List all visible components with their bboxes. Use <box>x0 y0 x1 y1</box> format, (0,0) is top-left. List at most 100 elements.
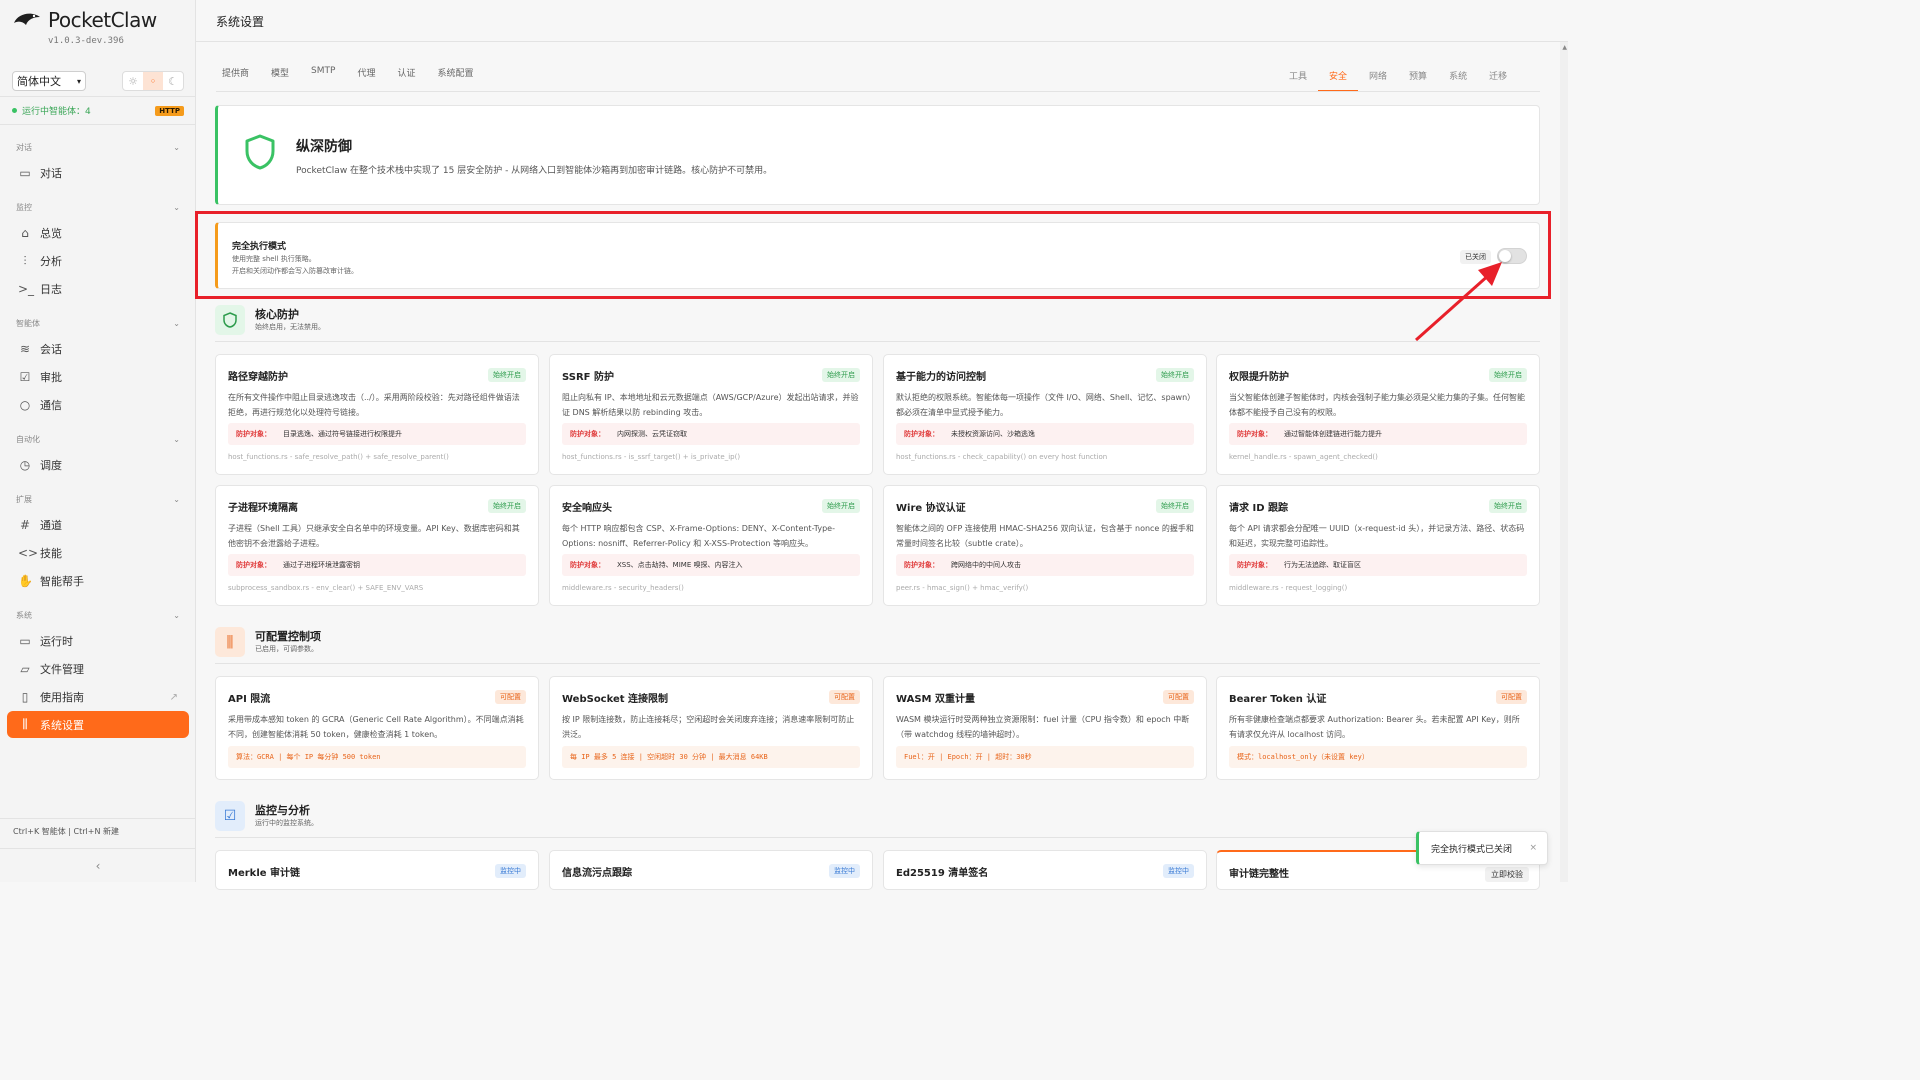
full-exec-title: 完全执行模式 <box>232 242 287 252</box>
nav-group-automation[interactable]: 自动化 ⌄ <box>0 427 196 451</box>
monitor-icon: ▭ <box>19 634 31 648</box>
config-card: WASM 双重计量 可配置 WASM 模块运行时受两种独立资源限制：fuel 计量（… <box>883 676 1207 780</box>
sidebar-item-runtime[interactable]: ▭ 运行时 <box>0 627 196 655</box>
verify-now-button[interactable]: 立即校验 <box>1485 867 1529 882</box>
clipboard-check-icon: ☑ <box>215 801 245 831</box>
section-title: 核心防护 <box>255 308 299 321</box>
full-exec-audit-note: 开启和关闭动作都会写入防篡改审计链。 <box>232 267 358 275</box>
sidebar-item-sessions[interactable]: ≋ 会话 <box>0 335 196 363</box>
scrollbar[interactable] <box>1560 42 1568 882</box>
card-title: Merkle 审计链 <box>228 868 301 879</box>
threat-text: XSS、点击劫持、MIME 嗅探、内容注入 <box>617 561 743 569</box>
threat-box: 防护对象： 行为无法追踪、取证盲区 <box>1229 554 1527 576</box>
tab-models[interactable]: 模型 <box>271 66 289 79</box>
nav-group-chat[interactable]: 对话 ⌄ <box>0 135 196 159</box>
sidebar-item-files[interactable]: ▱ 文件管理 <box>0 655 196 683</box>
tab-tools[interactable]: 工具 <box>1278 56 1318 92</box>
sidebar-item-skills[interactable]: <> 技能 <box>0 539 196 567</box>
tab-budget[interactable]: 预算 <box>1398 56 1438 92</box>
section-subtitle: 已启用，可调参数。 <box>255 645 318 653</box>
source-ref: host_functions.rs - is_ssrf_target() + i… <box>562 453 741 461</box>
divider <box>215 837 1540 838</box>
nav-group-agents[interactable]: 智能体 ⌄ <box>0 311 196 335</box>
full-exec-toggle[interactable] <box>1497 248 1527 264</box>
card-desc: 所有非健康检查端点都要求 Authorization: Bearer 头。若未配… <box>1229 715 1520 739</box>
card-title: 安全响应头 <box>562 503 612 514</box>
config-value: 每 IP 最多 5 连接 | 空闲超时 30 分钟 | 最大消息 64KB <box>562 746 860 768</box>
config-value: 算法：GCRA | 每个 IP 每分钟 500 token <box>228 746 526 768</box>
moon-icon[interactable]: ☾ <box>163 72 183 90</box>
config-card: WebSocket 连接限制 可配置按 IP 限制连接数，防止连接耗尽；空闲超时会… <box>549 676 873 780</box>
monitor-card: Merkle 审计链 监控中 <box>215 850 539 890</box>
tab-auth[interactable]: 认证 <box>397 66 415 79</box>
toast-notification: 完全执行模式已关闭 × <box>1416 831 1548 865</box>
sun-icon[interactable]: ☼ <box>123 72 143 90</box>
nav-group-system[interactable]: 系统 ⌄ <box>0 603 196 627</box>
sidebar-item-assistant[interactable]: ✋ 智能帮手 <box>0 567 196 595</box>
sidebar-item-logs[interactable]: >_ 日志 <box>0 275 196 303</box>
full-exec-desc: 使用完整 shell 执行策略。 <box>232 255 316 263</box>
monitoring-badge: 监控中 <box>495 864 526 878</box>
card-desc: 阻止向私有 IP、本地地址和云元数据端点（AWS/GCP/Azure）发起出站请… <box>562 393 859 417</box>
sidebar-item-channels[interactable]: # 通道 <box>0 511 196 539</box>
sidebar-item-chat[interactable]: ▭ 对话 <box>0 159 196 187</box>
threat-label: 防护对象： <box>1237 561 1272 569</box>
scroll-up-icon[interactable]: ▲ <box>1562 44 1567 51</box>
tab-system-config[interactable]: 系统配置 <box>437 66 473 79</box>
threat-label: 防护对象： <box>236 561 271 569</box>
security-card: 子进程环境隔离 始终开启 子进程（Shell 工具）只继承安全白名单中的环境变量。A… <box>215 485 539 606</box>
threat-box: 防护对象： 通过智能体创建链进行能力提升 <box>1229 423 1527 445</box>
logo[interactable]: PocketClaw <box>12 8 157 32</box>
tab-system[interactable]: 系统 <box>1438 56 1478 92</box>
threat-text: 通过子进程环境泄露密钥 <box>283 561 360 569</box>
auto-theme-icon[interactable]: ◦ <box>143 72 163 90</box>
defense-in-depth-banner: 纵深防御 PocketClaw 在整个技术栈中实现了 15 层安全防护 - 从网… <box>215 105 1540 205</box>
tab-smtp[interactable]: SMTP <box>311 66 335 79</box>
section-subtitle: 始终启用，无法禁用。 <box>255 323 325 331</box>
app-version: v1.0.3-dev.396 <box>48 36 124 46</box>
card-desc: 智能体之间的 OFP 连接使用 HMAC-SHA256 双向认证，包含基于 no… <box>896 524 1194 548</box>
language-select[interactable]: 简体中文 ▾ <box>12 71 86 91</box>
sidebar-item-approvals[interactable]: ☑ 审批 <box>0 363 196 391</box>
close-icon[interactable]: × <box>1529 843 1537 853</box>
chevron-left-icon: ‹ <box>95 858 101 873</box>
tab-migration[interactable]: 迁移 <box>1478 56 1518 92</box>
chevron-icon: ⌄ <box>173 610 180 620</box>
sliders-icon: ⫼ <box>215 627 245 657</box>
configurable-badge: 可配置 <box>829 690 860 704</box>
source-ref: middleware.rs - request_logging() <box>1229 584 1348 592</box>
card-title: 信息流污点跟踪 <box>562 868 632 879</box>
card-title: 子进程环境隔离 <box>228 503 298 514</box>
tab-network[interactable]: 网络 <box>1358 56 1398 92</box>
always-on-badge: 始终开启 <box>1156 499 1194 513</box>
card-title: Wire 协议认证 <box>896 503 966 514</box>
tab-providers[interactable]: 提供商 <box>222 66 249 79</box>
tab-proxy[interactable]: 代理 <box>357 66 375 79</box>
shield-icon <box>215 305 245 335</box>
threat-text: 目录逃逸、通过符号链接进行权限提升 <box>283 430 402 438</box>
sidebar-item-analytics[interactable]: ⫶ 分析 <box>0 247 196 275</box>
sidebar-item-comms[interactable]: ○ 通信 <box>0 391 196 419</box>
configurable-badge: 可配置 <box>1163 690 1194 704</box>
source-ref: subprocess_sandbox.rs - env_clear() + SA… <box>228 584 424 592</box>
threat-box: 防护对象： 内网探测、云凭证窃取 <box>562 423 860 445</box>
nav-group-extensions[interactable]: 扩展 ⌄ <box>0 487 196 511</box>
hash-icon: # <box>19 518 31 532</box>
sidebar-item-schedule[interactable]: ◷ 调度 <box>0 451 196 479</box>
collapse-sidebar-button[interactable]: ‹ <box>0 848 196 882</box>
card-title: 基于能力的访问控制 <box>896 372 986 383</box>
chat-bubble-icon: ▭ <box>19 166 31 180</box>
sidebar-item-settings[interactable]: ⫼ 系统设置 <box>7 711 189 738</box>
tab-security[interactable]: 安全 <box>1318 56 1359 92</box>
sidebar-item-overview[interactable]: ⌂ 总览 <box>0 219 196 247</box>
card-title: WASM 双重计量 <box>896 694 975 705</box>
source-ref: host_functions.rs - safe_resolve_path() … <box>228 453 449 461</box>
always-on-badge: 始终开启 <box>822 368 860 382</box>
sidebar-item-guide[interactable]: ▯ 使用指南 ↗ <box>0 683 196 711</box>
card-desc: 采用带成本感知 token 的 GCRA（Generic Cell Rate A… <box>228 715 524 739</box>
threat-label: 防护对象： <box>236 430 271 438</box>
terminal-icon: >_ <box>18 282 35 296</box>
nav-group-monitor[interactable]: 监控 ⌄ <box>0 195 196 219</box>
security-card: 基于能力的访问控制 始终开启 默认拒绝的权限系统。智能体每一项操作（文件 I/O、网… <box>883 354 1207 475</box>
security-card: 请求 ID 跟踪 始终开启 每个 API 请求都会分配唯一 UUID（x-reque… <box>1216 485 1540 606</box>
